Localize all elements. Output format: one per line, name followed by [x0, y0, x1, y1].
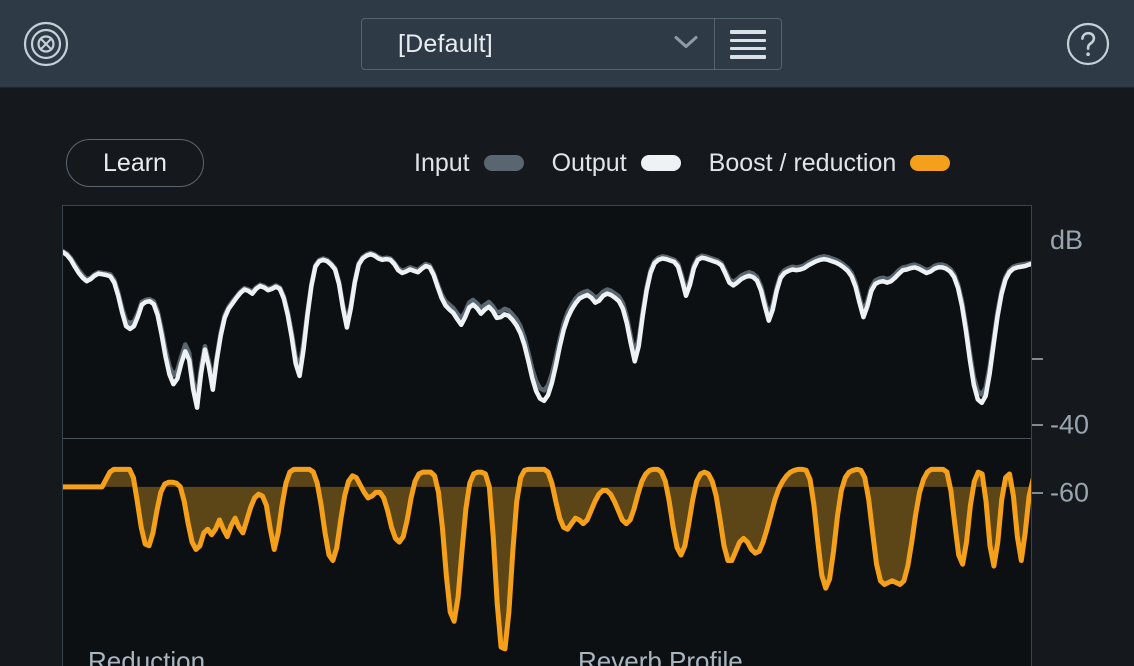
preset-select[interactable]: [Default]: [362, 19, 714, 69]
graph-canvas: [63, 248, 1031, 652]
learn-button[interactable]: Learn: [66, 139, 204, 187]
reverb-graph[interactable]: [62, 205, 1032, 666]
learn-button-label: Learn: [103, 148, 167, 177]
section-label-reduction: Reduction: [88, 648, 206, 666]
y-axis-unit: dB: [1050, 225, 1084, 255]
y-tick-60: [1032, 492, 1043, 494]
section-label-reverb-profile: Reverb Profile: [578, 648, 743, 666]
preset-menu-button[interactable]: [714, 19, 781, 69]
panel-divider: [63, 438, 1031, 439]
legend-item-boost-reduction[interactable]: Boost / reduction: [708, 148, 951, 177]
y-tick-minor: [1032, 358, 1043, 360]
izotope-target-icon[interactable]: [22, 20, 70, 68]
legend-item-input[interactable]: Input: [414, 148, 524, 177]
chevron-down-icon[interactable]: [672, 33, 700, 56]
help-button[interactable]: [1064, 20, 1112, 68]
boost-reduction-fill: [63, 469, 1031, 649]
boost-reduction-swatch: [910, 155, 951, 171]
preset-name: [Default]: [398, 29, 493, 58]
y-axis: dB -40 -60: [1032, 205, 1134, 666]
preset-bar: [Default]: [361, 18, 782, 70]
chart-legend: Input Output Boost / reduction: [414, 144, 951, 182]
y-label-60: -60: [1050, 477, 1090, 508]
legend-label-boost-reduction: Boost / reduction: [708, 148, 897, 177]
legend-label-input: Input: [414, 148, 470, 177]
legend-item-output[interactable]: Output: [551, 148, 681, 177]
input-swatch: [483, 155, 524, 171]
y-tick-40: [1032, 424, 1043, 426]
hamburger-menu-icon: [730, 29, 766, 59]
reverb-plugin-window: [Default] Learn Input Output Boost / red…: [0, 0, 1134, 666]
question-mark-circle-icon: [1066, 22, 1110, 66]
y-label-40: -40: [1050, 409, 1090, 440]
graph-frame: [62, 205, 1032, 666]
legend-label-output: Output: [551, 148, 627, 177]
output-swatch: [640, 155, 681, 171]
main-body: Learn Input Output Boost / reduction dB …: [0, 88, 1134, 666]
section-heading-row: Reduction Reverb Profile: [0, 648, 1134, 666]
app-header: [Default]: [0, 0, 1134, 88]
